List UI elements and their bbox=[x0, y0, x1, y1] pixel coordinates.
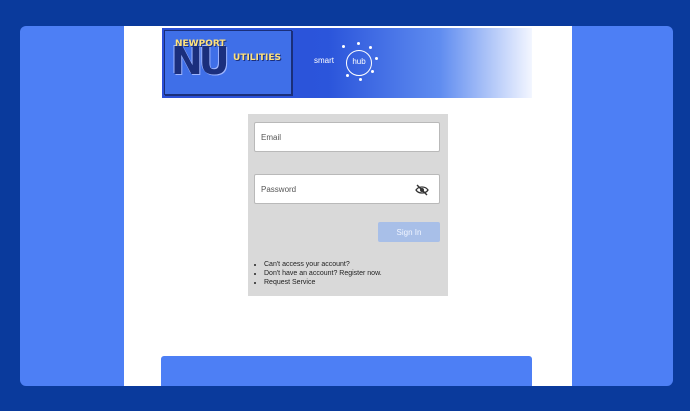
smarthub-logo: smart hub bbox=[314, 40, 394, 84]
browser-frame: NU NEWPORT UTILITIES smart hub Email Sig… bbox=[20, 26, 673, 386]
smart-label: smart bbox=[314, 56, 334, 65]
hub-dot bbox=[346, 74, 349, 77]
help-links: Can't access your account? Don't have an… bbox=[256, 260, 382, 287]
link-register[interactable]: Don't have an account? Register now. bbox=[264, 269, 382, 278]
login-page: NU NEWPORT UTILITIES smart hub Email Sig… bbox=[124, 26, 572, 386]
hub-dot bbox=[357, 42, 360, 45]
logo-text-bottom: UTILITIES bbox=[233, 53, 281, 63]
newport-utilities-logo: NU NEWPORT UTILITIES bbox=[164, 30, 292, 95]
link-request-service[interactable]: Request Service bbox=[264, 278, 382, 287]
hub-dot bbox=[375, 57, 378, 60]
password-input[interactable] bbox=[255, 175, 411, 203]
password-field[interactable] bbox=[254, 174, 440, 204]
hub-dot bbox=[371, 70, 374, 73]
login-card: Sign In Can't access your account? Don't… bbox=[248, 114, 448, 296]
email-field[interactable] bbox=[254, 122, 440, 152]
link-cant-access[interactable]: Can't access your account? bbox=[264, 260, 382, 269]
hub-circle: hub bbox=[346, 50, 372, 76]
footer-bar bbox=[161, 356, 532, 386]
eye-slash-icon[interactable] bbox=[415, 184, 429, 196]
sign-in-button[interactable]: Sign In bbox=[378, 222, 440, 242]
logo-text-top: NEWPORT bbox=[175, 39, 226, 49]
hub-dot bbox=[342, 45, 345, 48]
hub-dot bbox=[369, 46, 372, 49]
email-input[interactable] bbox=[255, 123, 411, 151]
hub-label: hub bbox=[352, 57, 366, 66]
hub-dot bbox=[359, 78, 362, 81]
